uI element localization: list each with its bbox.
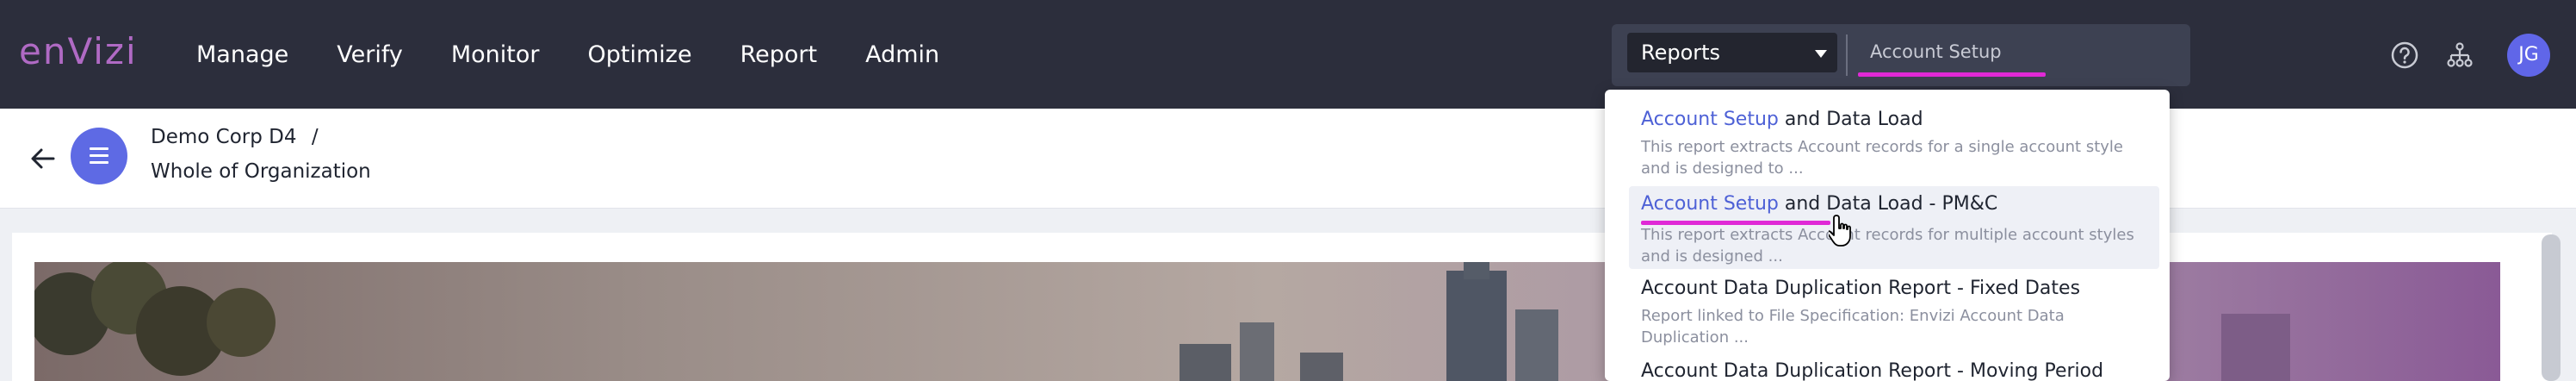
breadcrumb-level2[interactable]: Whole of Organization: [151, 160, 371, 183]
org-hierarchy-icon[interactable]: [2445, 41, 2474, 70]
nav-report[interactable]: Report: [740, 41, 818, 68]
result-title-rest: and Data Load - PM&C: [1778, 193, 1998, 215]
menu-icon: [90, 147, 108, 150]
envizi-logo[interactable]: enVizi: [19, 28, 138, 76]
result-title-match: Account Setup: [1641, 109, 1779, 130]
result-description: Report linked to File Specification: Env…: [1641, 307, 2065, 347]
result-title-rest: and Data Load: [1778, 109, 1923, 130]
result-title-rest: Account Data Duplication Report - Moving…: [1641, 360, 2104, 381]
context-header: Demo Corp D4 / Whole of Organization: [0, 109, 2576, 209]
org-menu-button[interactable]: [71, 128, 127, 184]
nav-admin[interactable]: Admin: [865, 41, 939, 68]
nav-verify[interactable]: Verify: [337, 41, 403, 68]
search-result-item-hovered[interactable]: Account Setup and Data Load - PM&C This …: [1629, 186, 2159, 269]
arrow-left-icon[interactable]: [28, 143, 59, 174]
breadcrumb-separator: /: [311, 126, 319, 148]
caret-down-icon: [1815, 50, 1827, 58]
result-description: This report extracts Account records for…: [1641, 226, 2134, 265]
result-title-rest: Account Data Duplication Report - Fixed …: [1641, 278, 2081, 299]
search-scope-value: Reports: [1641, 41, 1721, 65]
result-title-match: Account Setup: [1641, 193, 1779, 215]
global-search: Reports Account Setup: [1612, 24, 2190, 86]
help-circle-icon[interactable]: [2390, 41, 2419, 70]
result-description: This report extracts Account records for…: [1641, 138, 2123, 178]
breadcrumb-org-name[interactable]: Demo Corp D4: [151, 126, 297, 148]
nav-monitor[interactable]: Monitor: [451, 41, 540, 68]
result-title: Account Setup and Data Load: [1641, 109, 1923, 130]
search-result-item[interactable]: Account Setup and Data Load This report …: [1629, 103, 2154, 183]
user-avatar[interactable]: JG: [2507, 34, 2550, 77]
search-match-underline: [1858, 72, 2046, 77]
menu-icon-bar: [90, 154, 108, 157]
hand-pointer-icon: [1829, 215, 1851, 247]
page-scrollbar[interactable]: [2542, 234, 2561, 381]
result-title: Account Data Duplication Report - Fixed …: [1641, 278, 2080, 299]
result-title: Account Setup and Data Load - PM&C: [1641, 193, 1997, 215]
search-result-item[interactable]: Account Data Duplication Report - Moving…: [1629, 357, 2154, 381]
nav-manage[interactable]: Manage: [196, 41, 288, 68]
search-divider: [1846, 34, 1848, 76]
search-results-dropdown: Account Setup and Data Load This report …: [1605, 90, 2170, 381]
menu-icon-bar: [90, 161, 108, 164]
nav-optimize[interactable]: Optimize: [588, 41, 692, 68]
main-nav: Manage Verify Monitor Optimize Report Ad…: [196, 0, 988, 109]
search-input[interactable]: Account Setup: [1858, 36, 2178, 74]
search-scope-select[interactable]: Reports: [1627, 33, 1837, 72]
top-navigation-bar: enVizi Manage Verify Monitor Optimize Re…: [0, 0, 2576, 109]
breadcrumb-level1[interactable]: Demo Corp D4 /: [151, 126, 319, 148]
search-result-item[interactable]: Account Data Duplication Report - Fixed …: [1629, 272, 2154, 352]
result-title: Account Data Duplication Report - Moving…: [1641, 360, 2103, 381]
